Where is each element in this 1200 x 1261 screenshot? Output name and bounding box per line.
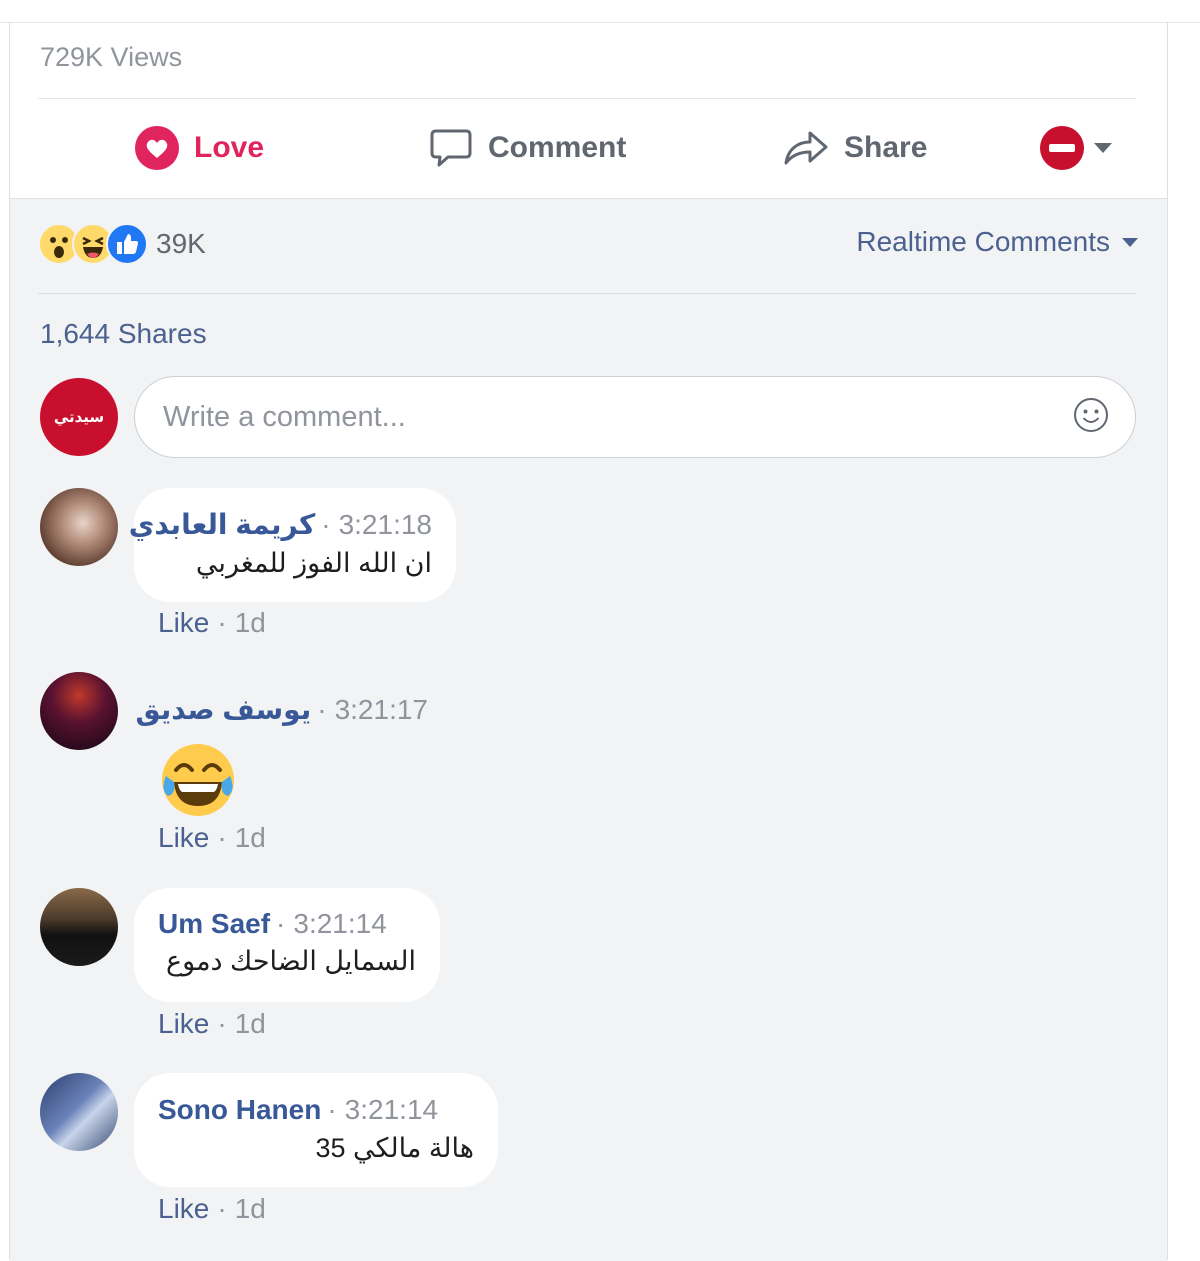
- comment-age[interactable]: 1d: [235, 1193, 266, 1225]
- comment-bubble: [134, 888, 440, 1002]
- comment-author[interactable]: Um Saef: [158, 908, 270, 940]
- commenter-avatar[interactable]: [40, 488, 118, 566]
- view-count: 729K Views: [40, 42, 183, 72]
- like-comment-button[interactable]: Like: [158, 607, 209, 639]
- comment-author[interactable]: كريمة العابدي: [129, 508, 316, 541]
- comment-author[interactable]: يوسف صديق: [136, 693, 312, 726]
- reaction-count: 39K: [156, 228, 206, 259]
- commenter-avatar[interactable]: [40, 672, 118, 750]
- comment-age[interactable]: 1d: [235, 607, 266, 639]
- comment-header: يوسف صديق · 3:21:17: [136, 693, 428, 726]
- comment-timestamp: 3:21:14: [293, 908, 387, 939]
- comment-composer[interactable]: [134, 376, 1136, 458]
- comment-author[interactable]: Sono Hanen: [158, 1094, 321, 1126]
- emoji-picker-icon[interactable]: [1073, 397, 1109, 433]
- page-avatar[interactable]: سيدتي: [40, 378, 118, 456]
- separator-dot: ·: [327, 1094, 337, 1125]
- share-button[interactable]: Share: [782, 120, 927, 176]
- like-comment-button[interactable]: Like: [158, 1193, 209, 1225]
- share-label: Share: [844, 131, 928, 164]
- separator-dot: ·: [321, 509, 331, 540]
- comment-bubble: [134, 488, 456, 602]
- love-label: Love: [194, 131, 265, 164]
- comment-sort-label: Realtime Comments: [856, 226, 1110, 257]
- separator-dot: ·: [217, 1193, 227, 1224]
- love-button[interactable]: Love: [134, 120, 264, 176]
- page-mini-avatar: [1040, 126, 1084, 170]
- separator-dot: ·: [217, 1008, 227, 1039]
- comment-timestamp: 3:21:17: [334, 694, 428, 725]
- love-icon: [135, 126, 179, 170]
- comment-text: ان الله الفوز للمغربي: [195, 548, 432, 578]
- separator-dot: ·: [217, 607, 227, 638]
- comment-icon: [430, 129, 472, 167]
- page-logo-text: سيدتي: [50, 408, 108, 426]
- comment-actions: Like · 1d: [158, 1193, 266, 1225]
- comment-timestamp: 3:21:14: [344, 1094, 439, 1125]
- comment-text: هالة مالكي 35: [315, 1133, 474, 1163]
- divider: [38, 293, 1136, 294]
- comment-actions: Like · 1d: [158, 822, 266, 854]
- separator-dot: ·: [276, 908, 286, 939]
- comment-text: السمايل الضاحك دموع: [166, 946, 416, 976]
- chevron-down-icon: [1094, 143, 1112, 153]
- comment-sort-dropdown[interactable]: Realtime Comments: [856, 226, 1138, 258]
- reaction-summary[interactable]: 39K: [38, 222, 206, 266]
- separator-dot: ·: [317, 694, 327, 725]
- commenter-avatar[interactable]: [40, 888, 118, 966]
- share-count-link[interactable]: 1,644 Shares: [40, 318, 207, 350]
- comment-actions: Like · 1d: [158, 1008, 266, 1040]
- comment-header: Sono Hanen · 3:21:14: [158, 1094, 438, 1126]
- comment-header: Um Saef · 3:21:14: [158, 908, 387, 940]
- share-arrow-icon: [784, 131, 828, 165]
- comment-input[interactable]: [161, 395, 1045, 439]
- comment-actions: Like · 1d: [158, 607, 266, 639]
- tears-of-joy-emoji: [162, 744, 234, 816]
- caret-down-icon: [1122, 237, 1138, 247]
- commenter-avatar[interactable]: [40, 1073, 118, 1151]
- comment-header: كريمة العابدي · 3:21:18: [129, 508, 432, 541]
- comment-button[interactable]: Comment: [428, 120, 626, 176]
- comment-age[interactable]: 1d: [235, 822, 266, 854]
- comment-label: Comment: [488, 131, 627, 164]
- comment-bubble: [134, 1073, 498, 1187]
- comment-age[interactable]: 1d: [235, 1008, 266, 1040]
- like-comment-button[interactable]: Like: [158, 1008, 209, 1040]
- post-as-page-selector[interactable]: [1040, 120, 1112, 176]
- separator-dot: ·: [217, 822, 227, 853]
- comment-timestamp: 3:21:18: [338, 509, 432, 540]
- like-comment-button[interactable]: Like: [158, 822, 209, 854]
- like-reaction-icon: [106, 223, 148, 265]
- divider: [38, 98, 1136, 99]
- card-right-border: [1167, 22, 1168, 1260]
